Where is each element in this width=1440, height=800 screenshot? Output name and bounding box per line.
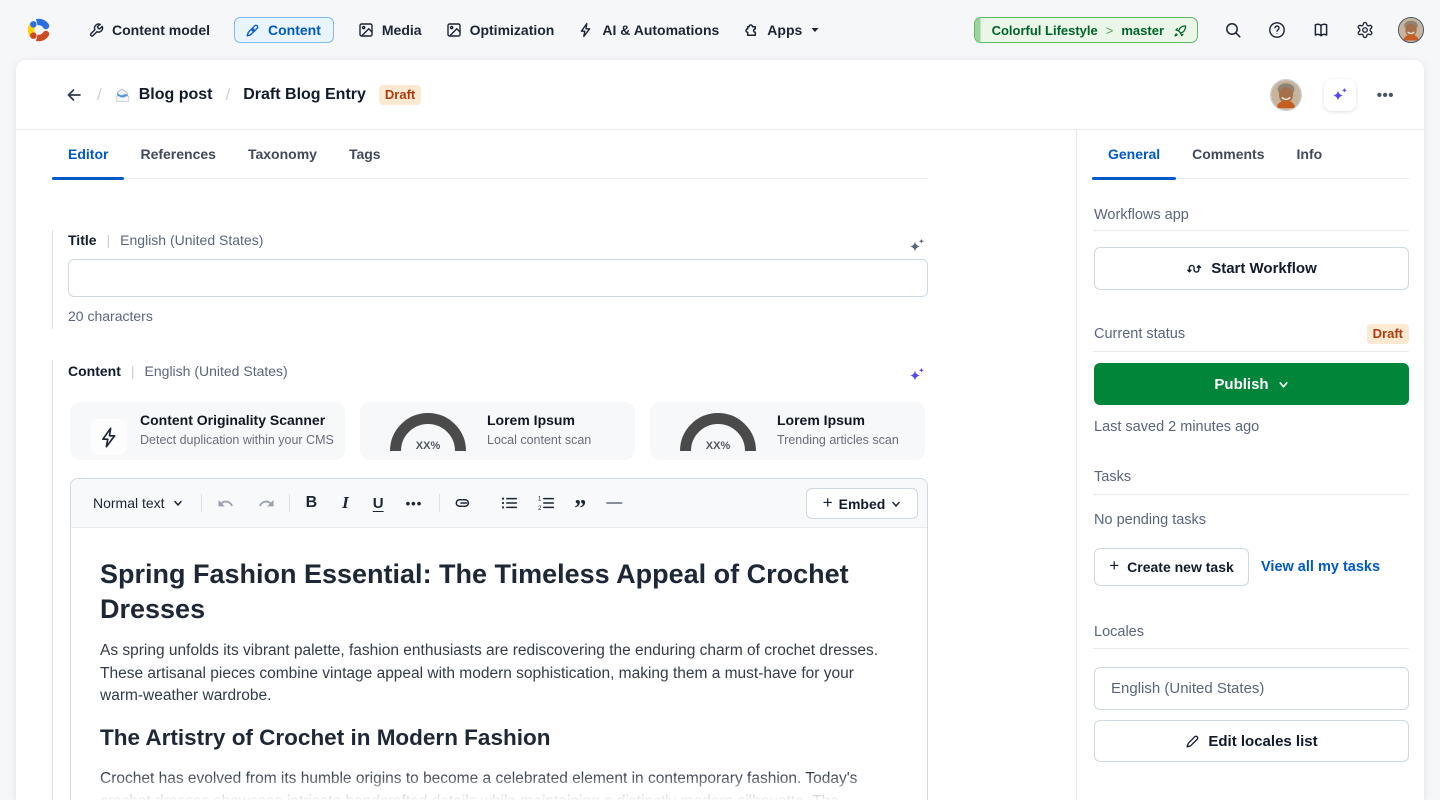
svg-text:1: 1	[538, 497, 542, 503]
svg-text:2: 2	[538, 506, 542, 511]
